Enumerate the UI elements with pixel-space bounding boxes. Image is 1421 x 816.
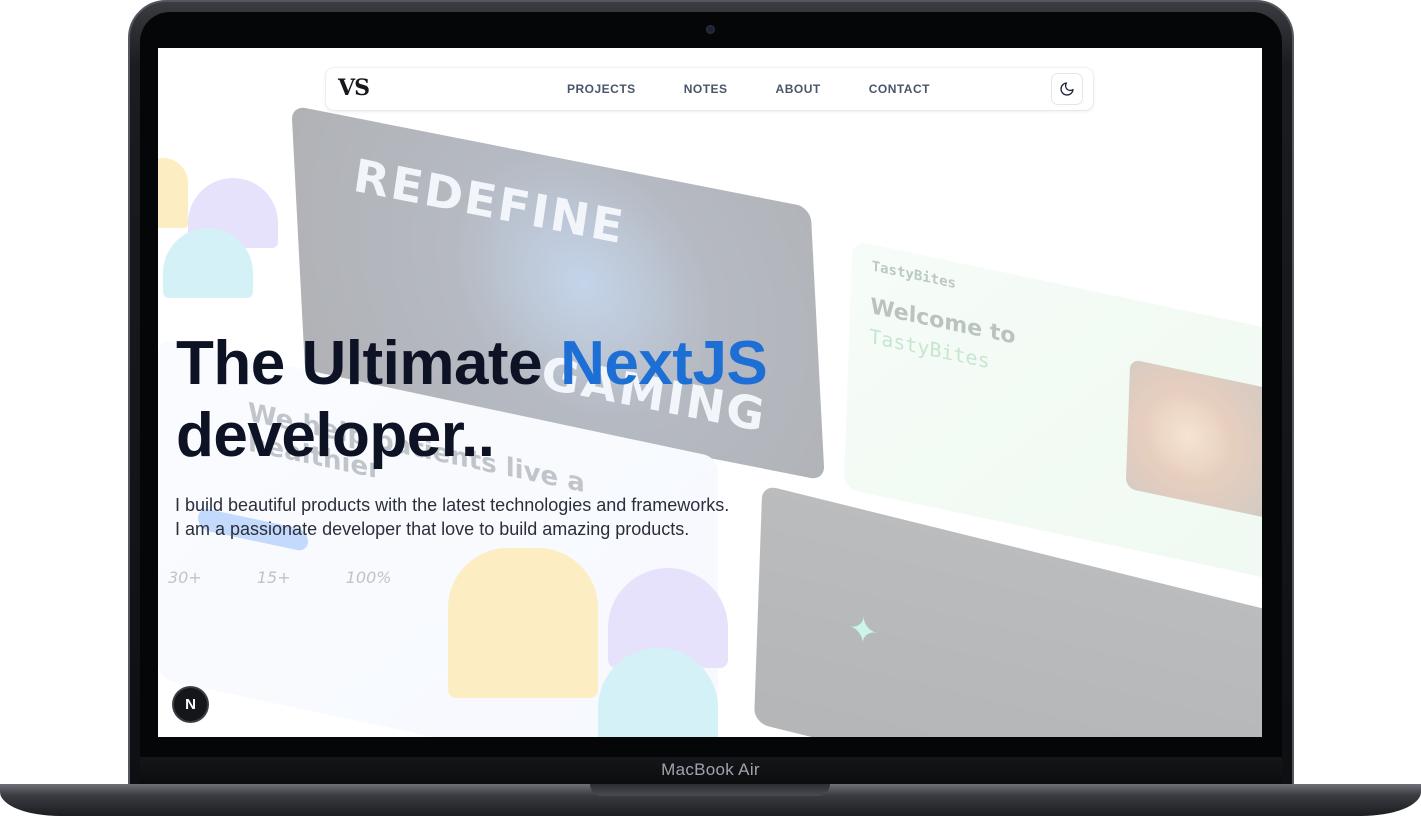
hero-subtitle-line2: I am a passionate developer that love to… bbox=[175, 519, 690, 539]
nav-links: PROJECTS NOTES ABOUT CONTACT bbox=[567, 82, 930, 96]
device-label: MacBook Air bbox=[661, 760, 760, 779]
tasty-card-brand: TastyBites bbox=[871, 258, 957, 293]
hero-title-accent: NextJS bbox=[560, 329, 768, 398]
gaming-card-headline: REDEFINE bbox=[352, 147, 627, 256]
avatar-arch bbox=[158, 158, 188, 228]
food-image bbox=[1125, 358, 1262, 520]
nextjs-dev-badge[interactable]: N bbox=[174, 688, 207, 721]
theme-toggle-button[interactable] bbox=[1051, 73, 1083, 105]
sparkle-icon: ✦ bbox=[847, 606, 879, 655]
nav-link-notes[interactable]: NOTES bbox=[684, 82, 728, 96]
dark-project-card: ✦ bbox=[753, 484, 1262, 737]
nav-link-projects[interactable]: PROJECTS bbox=[567, 82, 636, 96]
hero-subtitle-line1: I build beautiful products with the late… bbox=[175, 495, 730, 515]
site-logo[interactable]: VS bbox=[338, 75, 370, 101]
tasty-card-brand-large: TastyBites bbox=[868, 323, 991, 374]
avatar-arch bbox=[598, 648, 718, 737]
tasty-card-heading: Welcome to bbox=[869, 294, 1016, 350]
avatar-arch bbox=[188, 178, 278, 248]
avatar-arch bbox=[608, 568, 728, 668]
tastybites-project-card: TastyBites Welcome to TastyBites bbox=[843, 240, 1262, 586]
stat-value: 30+ bbox=[168, 568, 202, 587]
nav-link-about[interactable]: ABOUT bbox=[776, 82, 821, 96]
avatar-arch bbox=[448, 548, 598, 698]
moon-icon bbox=[1060, 82, 1074, 96]
stat-value: 100% bbox=[345, 568, 392, 587]
stat-value: 15+ bbox=[256, 568, 291, 587]
avatar-arch bbox=[163, 228, 253, 298]
hero-title-part1: The Ultimate bbox=[176, 329, 543, 398]
laptop-base-notch bbox=[590, 784, 830, 796]
hero-title: The Ultimate NextJS developer.. bbox=[176, 328, 768, 472]
hero-subtitle: I build beautiful products with the late… bbox=[175, 493, 729, 541]
hero-title-part2: developer.. bbox=[176, 401, 495, 470]
medical-card-stats: 30+ 15+ 100% bbox=[168, 568, 441, 587]
top-navbar: VS PROJECTS NOTES ABOUT CONTACT bbox=[326, 68, 1093, 110]
camera-icon bbox=[706, 25, 715, 34]
nav-link-contact[interactable]: CONTACT bbox=[869, 82, 930, 96]
browser-viewport: REDEFINE GAMING TastyBites Welcome to Ta… bbox=[158, 48, 1262, 737]
